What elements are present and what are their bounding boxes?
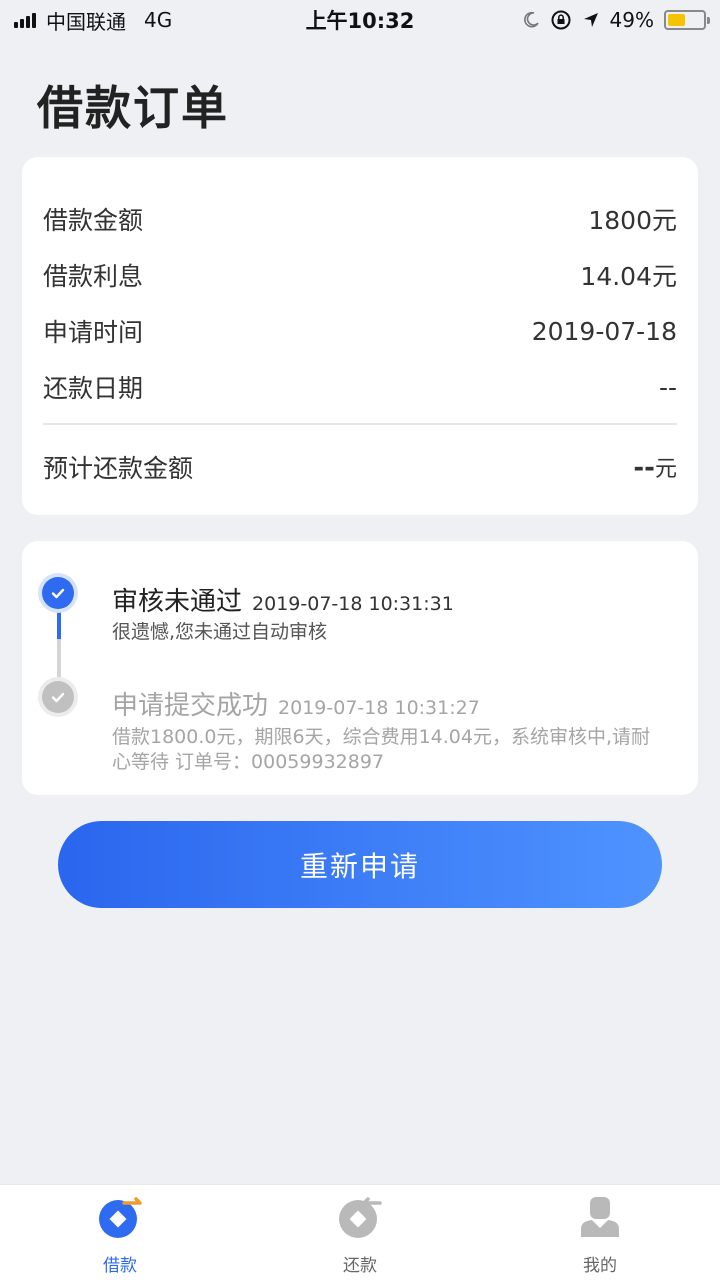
row-label: 借款金额 <box>43 206 144 235</box>
reapply-button[interactable]: 重新申请 <box>58 821 662 908</box>
status-timeline-card: 审核未通过 2019-07-18 10:31:31 很遗憾,您未通过自动审核 申… <box>22 541 698 795</box>
loan-info-card: 借款金额 1800元 借款利息 14.04元 申请时间 2019-07-18 还… <box>22 157 698 515</box>
timeline-title: 申请提交成功 <box>112 691 269 721</box>
timeline-desc: 很遗憾,您未通过自动审核 <box>112 621 328 643</box>
page-title: 借款订单 <box>37 81 229 135</box>
expected-repay-row: 预计还款金额 --元 <box>43 449 677 485</box>
row-value: 2019-07-18 <box>531 316 677 346</box>
timeline-time: 2019-07-18 10:31:27 <box>278 697 480 719</box>
row-label: 申请时间 <box>43 318 144 347</box>
tab-bar: 借款 还款 我的 <box>0 1184 720 1280</box>
tab-repay[interactable]: 还款 <box>240 1185 480 1280</box>
tab-borrow[interactable]: 借款 <box>0 1185 240 1280</box>
status-bar-left: 中国联通 4G <box>14 6 172 35</box>
row-label: 借款利息 <box>43 262 144 291</box>
row-label: 预计还款金额 <box>43 454 194 483</box>
battery-fill <box>668 14 685 26</box>
tab-label: 还款 <box>343 1256 377 1276</box>
timeline-title: 审核未通过 <box>112 587 243 617</box>
loan-interest-row: 借款利息 14.04元 <box>43 257 677 293</box>
total-amount: -- <box>633 453 655 483</box>
row-value: --元 <box>633 451 677 483</box>
repay-icon <box>339 1197 382 1238</box>
row-value: 14.04元 <box>580 262 677 291</box>
total-unit: 元 <box>654 457 677 482</box>
location-icon <box>583 13 598 27</box>
row-value: 1800元 <box>588 206 677 235</box>
repay-date-row: 还款日期 -- <box>43 369 677 405</box>
rotation-lock-icon <box>551 10 571 30</box>
timeline-desc: 借款1800.0元，期限6天，综合费用14.04元，系统审核中,请耐心等待 订单… <box>112 726 651 773</box>
timeline-connector <box>57 639 61 681</box>
profile-icon <box>581 1197 619 1237</box>
check-icon <box>42 681 74 713</box>
carrier-name: 中国联通 <box>46 9 126 34</box>
timeline-time: 2019-07-18 10:31:31 <box>252 593 454 615</box>
divider <box>43 423 677 425</box>
battery-percent: 49% <box>609 8 654 32</box>
tab-label: 借款 <box>103 1256 137 1276</box>
moon-icon <box>523 11 539 28</box>
status-bar-right: 49% <box>522 8 710 32</box>
signal-icon <box>14 12 36 28</box>
tab-label: 我的 <box>583 1256 617 1276</box>
borrow-icon <box>99 1197 142 1238</box>
status-bar: 中国联通 4G 上午10:32 49% <box>0 0 720 40</box>
tab-profile[interactable]: 我的 <box>480 1185 720 1280</box>
check-icon <box>42 577 74 609</box>
apply-time-row: 申请时间 2019-07-18 <box>43 313 677 349</box>
row-value: -- <box>658 372 677 402</box>
network-type: 4G <box>144 8 173 32</box>
timeline-head: 审核未通过 2019-07-18 10:31:31 <box>112 581 454 618</box>
row-label: 还款日期 <box>43 374 144 403</box>
timeline-head: 申请提交成功 2019-07-18 10:31:27 <box>112 685 480 722</box>
loan-amount-row: 借款金额 1800元 <box>43 201 677 237</box>
battery-icon <box>664 10 710 30</box>
